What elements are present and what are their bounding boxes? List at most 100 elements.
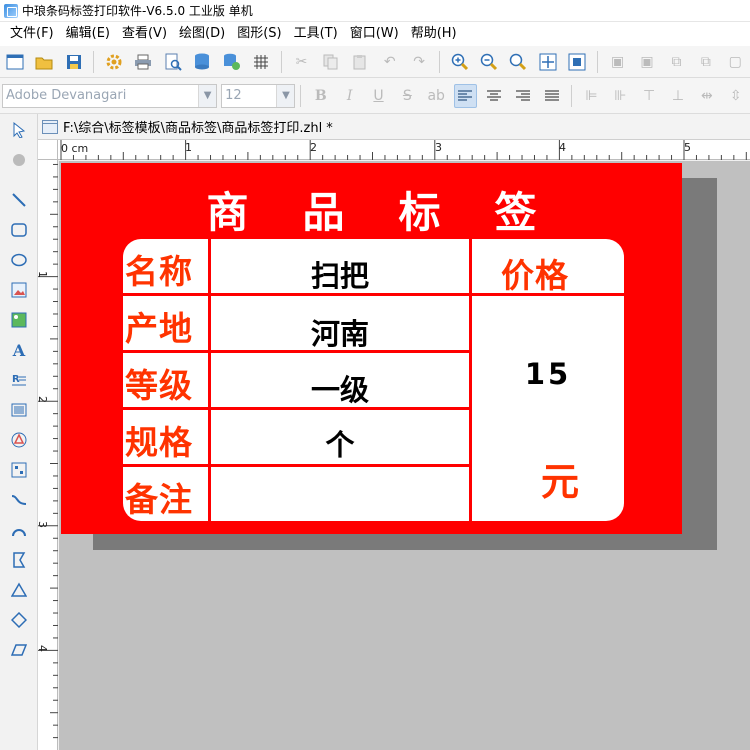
zoom-actual-icon[interactable] [507, 50, 530, 74]
bring-front-icon[interactable]: ▣ [606, 50, 629, 74]
align-objects-right-icon[interactable]: ⊪ [609, 84, 632, 108]
rectangle-tool-icon[interactable] [7, 218, 31, 242]
picture-tool-icon[interactable] [7, 308, 31, 332]
document-tab[interactable]: F:\综合\标签模板\商品标签\商品标签打印.zhl * [38, 114, 750, 140]
font-size-value: 12 [225, 87, 242, 103]
zoom-out-icon[interactable] [477, 50, 500, 74]
redo-icon[interactable]: ↷ [407, 50, 430, 74]
triangle-tool-icon[interactable] [7, 578, 31, 602]
settings-gear-icon[interactable] [102, 50, 125, 74]
parallelogram-tool-icon[interactable] [7, 638, 31, 662]
label-title[interactable]: 商 品 标 签 [61, 179, 682, 239]
field-label-grade[interactable]: 等级 [125, 359, 193, 407]
font-size-select[interactable]: 12 ▼ [221, 83, 296, 108]
barcode-tool-icon[interactable] [7, 398, 31, 422]
field-label-note[interactable]: 备注 [125, 473, 193, 521]
select-pointer-icon[interactable] [7, 118, 31, 142]
field-label-name[interactable]: 名称 [125, 245, 193, 293]
field-value-name[interactable]: 扫把 [211, 253, 469, 295]
distribute-horizontal-icon[interactable]: ⇹ [695, 84, 718, 108]
line-tool-icon[interactable] [7, 188, 31, 212]
menu-tools[interactable]: 工具(T) [288, 24, 344, 44]
curve-tool-icon[interactable] [7, 488, 31, 512]
menu-view[interactable]: 查看(V) [116, 24, 173, 44]
field-value-currency[interactable]: 元 [541, 451, 580, 506]
field-label-origin[interactable]: 产地 [125, 302, 193, 350]
hand-pan-icon[interactable] [7, 148, 31, 172]
design-canvas[interactable]: 商 品 标 签 名称 产地 等级 规格 备注 价格 扫把 河南 一级 个 15 … [59, 161, 750, 750]
app-logo-icon [4, 3, 18, 18]
character-spacing-icon[interactable]: ab [425, 84, 448, 108]
label-title-char: 签 [494, 188, 537, 237]
paragraph-text-tool-icon[interactable]: R [7, 368, 31, 392]
align-justify-icon[interactable] [540, 84, 563, 108]
window-title: 中琅条码标签打印软件-V6.5.0 工业版 单机 [22, 4, 253, 18]
field-value-grade[interactable]: 一级 [211, 367, 469, 409]
zoom-in-icon[interactable] [448, 50, 471, 74]
menu-window[interactable]: 窗口(W) [344, 24, 405, 44]
label-title-char: 品 [302, 188, 345, 237]
cut-icon[interactable]: ✂ [290, 50, 313, 74]
ruler-h-label: 2 [310, 141, 317, 154]
align-objects-top-icon[interactable]: ⊤ [638, 84, 661, 108]
ellipse-tool-icon[interactable] [7, 248, 31, 272]
align-left-icon[interactable] [453, 83, 477, 108]
open-folder-icon[interactable] [32, 50, 55, 74]
arc-tool-icon[interactable] [7, 518, 31, 542]
ruler-corner [38, 140, 58, 160]
paste-icon[interactable] [349, 50, 372, 74]
fit-page-icon[interactable] [536, 50, 559, 74]
label-info-table[interactable]: 名称 产地 等级 规格 备注 价格 扫把 河南 一级 个 15 元 [123, 239, 624, 521]
undo-icon[interactable]: ↶ [378, 50, 401, 74]
chevron-down-icon[interactable]: ▼ [198, 84, 217, 107]
menu-help[interactable]: 帮助(H) [405, 24, 463, 44]
strikethrough-icon[interactable]: S [396, 84, 419, 108]
align-right-icon[interactable] [511, 84, 534, 108]
data-matrix-tool-icon[interactable] [7, 458, 31, 482]
diamond-tool-icon[interactable] [7, 608, 31, 632]
polygon-tool-icon[interactable] [7, 548, 31, 572]
font-name-select[interactable]: Adobe Devanagari ▼ [2, 83, 218, 108]
distribute-vertical-icon[interactable]: ⇳ [724, 84, 747, 108]
field-value-price[interactable]: 15 [472, 357, 624, 391]
underline-icon[interactable]: U [367, 84, 390, 108]
align-center-icon[interactable] [483, 84, 506, 108]
fit-width-icon[interactable] [566, 50, 589, 74]
new-document-icon[interactable] [3, 50, 26, 74]
print-icon[interactable] [132, 50, 155, 74]
print-preview-icon[interactable] [161, 50, 184, 74]
vertical-ruler[interactable]: 1 2 3 4 [36, 160, 58, 750]
group-icon[interactable]: ⧉ [665, 50, 688, 74]
image-tool-icon[interactable] [7, 278, 31, 302]
ungroup-icon[interactable]: ⧉ [694, 50, 717, 74]
main-toolbar: ✂ ↶ ↷ ▣ ▣ ⧉ ⧉ ▢ [0, 46, 750, 78]
grid-icon[interactable] [249, 50, 272, 74]
copy-icon[interactable] [319, 50, 342, 74]
bold-icon[interactable]: B [309, 84, 332, 108]
field-value-spec[interactable]: 个 [211, 422, 469, 464]
field-label-spec[interactable]: 规格 [125, 416, 193, 464]
align-objects-left-icon[interactable]: ⊫ [580, 84, 603, 108]
horizontal-ruler[interactable]: 0 cm 1 2 3 4 5 [58, 140, 750, 160]
field-value-origin[interactable]: 河南 [211, 311, 469, 353]
horizontal-ruler-ticks [60, 140, 747, 160]
label-page[interactable]: 商 品 标 签 名称 产地 等级 规格 备注 价格 扫把 河南 一级 个 15 … [61, 163, 682, 534]
send-back-icon[interactable]: ▣ [635, 50, 658, 74]
menu-file[interactable]: 文件(F) [4, 24, 60, 44]
field-label-price[interactable]: 价格 [501, 249, 569, 297]
menu-draw[interactable]: 绘图(D) [173, 24, 231, 44]
ruler-v-label: 4 [36, 645, 49, 652]
align-objects-bottom-icon[interactable]: ⊥ [667, 84, 690, 108]
qrcode-tool-icon[interactable] [7, 428, 31, 452]
text-tool-icon[interactable]: A [7, 338, 31, 362]
chevron-down-icon[interactable]: ▼ [276, 84, 295, 107]
menu-shape[interactable]: 图形(S) [231, 24, 287, 44]
lock-icon[interactable]: ▢ [724, 50, 747, 74]
database-icon[interactable] [191, 50, 214, 74]
vertical-ruler-ticks [38, 163, 58, 739]
menu-edit[interactable]: 编辑(E) [60, 24, 116, 44]
toolbar-separator [571, 84, 573, 107]
save-icon[interactable] [62, 50, 85, 74]
italic-icon[interactable]: I [338, 84, 361, 108]
database-settings-icon[interactable] [220, 50, 243, 74]
